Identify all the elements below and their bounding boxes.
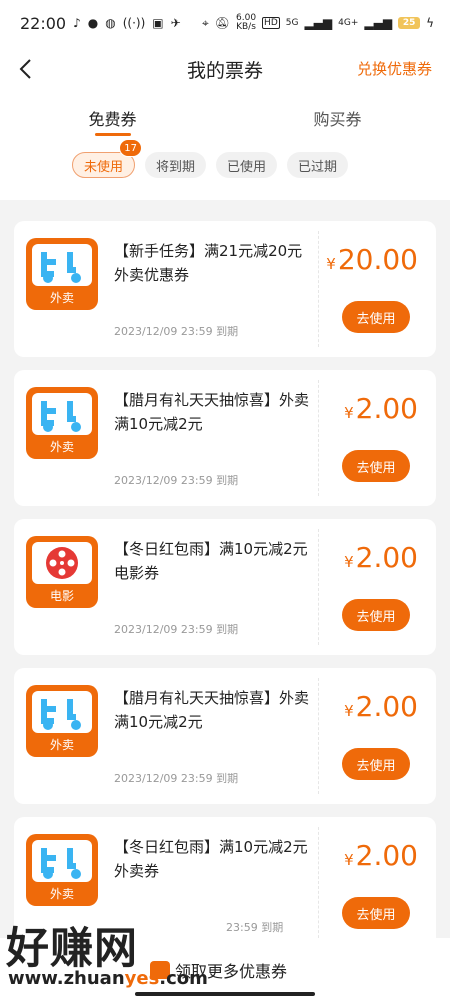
redeem-coupon-link[interactable]: 兑换优惠券 bbox=[357, 58, 432, 79]
hd-indicator: HD bbox=[262, 17, 280, 29]
scooter-icon: 外卖 bbox=[26, 387, 98, 459]
scooter-icon: 外卖 bbox=[26, 834, 98, 906]
signal-4g: 4G+ bbox=[338, 18, 359, 28]
filter-used[interactable]: 已使用 bbox=[216, 152, 278, 178]
unused-count-badge: 17 bbox=[119, 139, 143, 157]
coupon-amount: ¥2.00 bbox=[344, 839, 418, 872]
signal-bars-icon: ▂▄▆ bbox=[304, 16, 333, 30]
scooter-icon: 外卖 bbox=[26, 685, 98, 757]
coupon-expiry: 2023/12/09 23:59 到期 bbox=[114, 474, 239, 487]
signal-5g: 5G bbox=[285, 18, 299, 28]
use-coupon-button[interactable]: 去使用 bbox=[342, 301, 410, 333]
coupon-category-label: 外卖 bbox=[49, 291, 74, 305]
coupon-amount: ¥2.00 bbox=[344, 690, 418, 723]
use-coupon-button[interactable]: 去使用 bbox=[342, 450, 410, 482]
nfc-icon: ((·)) bbox=[122, 16, 146, 30]
location-icon: ⌖ bbox=[202, 15, 209, 30]
coupon-amount: ¥20.00 bbox=[326, 243, 418, 276]
use-coupon-button[interactable]: 去使用 bbox=[342, 897, 410, 929]
coupon-title: 【新手任务】满21元减20元外卖优惠券 bbox=[114, 242, 303, 284]
coupon-category-label: 外卖 bbox=[49, 440, 74, 454]
tab-purchased-coupons[interactable]: 购买券 bbox=[225, 92, 450, 142]
battery-icon: 25 bbox=[398, 17, 421, 29]
bird-icon: ✈ bbox=[170, 16, 181, 30]
card-divider bbox=[318, 529, 319, 645]
mute-icon: 🔕︎ bbox=[214, 16, 230, 30]
filter-expiring[interactable]: 将到期 bbox=[145, 152, 207, 178]
coupon-category-label: 外卖 bbox=[49, 887, 74, 901]
coupon-expiry: 2023/12/09 23:59 到期 bbox=[114, 325, 239, 338]
coupon-card[interactable]: 电影 【冬日红包雨】满10元减2元电影券 2023/12/09 23:59 到期… bbox=[14, 519, 436, 655]
network-speed: 6.00 KB/s bbox=[236, 13, 257, 32]
card-divider bbox=[318, 678, 319, 794]
coupon-tabs: 免费券 购买券 bbox=[0, 92, 450, 142]
card-divider bbox=[318, 380, 319, 496]
coupon-card[interactable]: 外卖 【腊月有礼天天抽惊喜】外卖满10元减2元 2023/12/09 23:59… bbox=[14, 668, 436, 804]
watermark-url: www.zhuanyes.com bbox=[8, 968, 208, 989]
coupon-title: 【冬日红包雨】满10元减2元外卖券 bbox=[114, 838, 308, 880]
site-watermark: 好赚网 www.zhuanyes.com bbox=[6, 914, 208, 998]
chat-bubble-icon: ● bbox=[87, 16, 99, 30]
use-coupon-button[interactable]: 去使用 bbox=[342, 599, 410, 631]
card-divider bbox=[318, 827, 319, 943]
status-filters: 未使用 17 将到期 已使用 已过期 bbox=[0, 139, 450, 200]
active-tab-indicator bbox=[94, 133, 131, 136]
coupon-amount: ¥2.00 bbox=[344, 541, 418, 574]
app-notification-icon: ▣ bbox=[152, 16, 164, 30]
coupon-card[interactable]: 外卖 【腊月有礼天天抽惊喜】外卖满10元减2元 2023/12/09 23:59… bbox=[14, 370, 436, 506]
coupon-expiry: 23:59 到期 bbox=[226, 921, 284, 934]
scooter-icon: 外卖 bbox=[26, 238, 98, 310]
back-arrow-icon[interactable] bbox=[10, 52, 40, 86]
wechat-icon: ◍ bbox=[105, 16, 116, 30]
use-coupon-button[interactable]: 去使用 bbox=[342, 748, 410, 780]
nav-bar: 我的票券 兑换优惠券 bbox=[0, 46, 450, 92]
header-area: 22:00 ♪ ● ◍ ((·)) ▣ ✈ ⌖ 🔕︎ 6.00 KB/s HD … bbox=[0, 0, 450, 200]
coupon-amount: ¥2.00 bbox=[344, 392, 418, 425]
charging-icon: ϟ bbox=[426, 16, 434, 30]
filter-unused[interactable]: 未使用 17 bbox=[72, 139, 143, 178]
tiktok-icon: ♪ bbox=[73, 16, 81, 30]
coupon-card[interactable]: 外卖 【新手任务】满21元减20元外卖优惠券 2023/12/09 23:59 … bbox=[14, 221, 436, 357]
watermark-title: 好赚网 bbox=[6, 924, 138, 974]
coupon-title: 【腊月有礼天天抽惊喜】外卖满10元减2元 bbox=[114, 689, 310, 731]
coupon-title: 【冬日红包雨】满10元减2元电影券 bbox=[114, 540, 308, 582]
coupon-category-label: 外卖 bbox=[49, 738, 74, 752]
status-bar: 22:00 ♪ ● ◍ ((·)) ▣ ✈ ⌖ 🔕︎ 6.00 KB/s HD … bbox=[0, 0, 450, 46]
status-time: 22:00 bbox=[20, 13, 67, 33]
coupon-title: 【腊月有礼天天抽惊喜】外卖满10元减2元 bbox=[114, 391, 310, 433]
tab-free-coupons[interactable]: 免费券 bbox=[0, 92, 225, 142]
card-divider bbox=[318, 231, 319, 347]
film-reel-icon: 电影 bbox=[26, 536, 98, 608]
coupon-expiry: 2023/12/09 23:59 到期 bbox=[114, 623, 239, 636]
signal-bars-icon-2: ▂▄▆ bbox=[364, 16, 393, 30]
filter-expired[interactable]: 已过期 bbox=[287, 152, 349, 178]
coupon-expiry: 2023/12/09 23:59 到期 bbox=[114, 772, 239, 785]
page-title: 我的票券 bbox=[186, 59, 263, 82]
coupon-category-label: 电影 bbox=[49, 589, 74, 603]
